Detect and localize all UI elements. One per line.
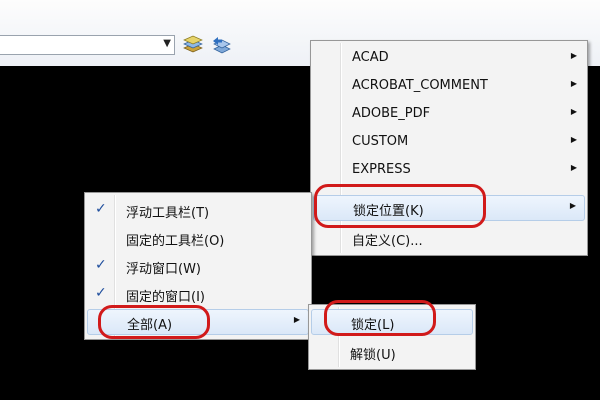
menu-item-unlock[interactable]: 解锁(U) bbox=[311, 339, 473, 365]
menu-item-label: ADOBE_PDF bbox=[352, 106, 431, 121]
submenu-arrow-icon: ▶ bbox=[569, 201, 576, 210]
menu-item-label: 锁定(L) bbox=[351, 318, 395, 333]
layer-previous-icon[interactable] bbox=[210, 34, 232, 56]
submenu-arrow-icon: ▶ bbox=[570, 135, 577, 144]
menu-item-label: ACAD bbox=[352, 50, 389, 65]
menu-item-docked-toolbars[interactable]: 固定的工具栏(O) bbox=[87, 225, 309, 251]
menu-item-label: 浮动窗口(W) bbox=[126, 262, 201, 277]
menu-item-lock-location[interactable]: 锁定位置(K) ▶ bbox=[313, 195, 585, 221]
menu-item-label: 锁定位置(K) bbox=[353, 204, 424, 219]
submenu-arrow-icon: ▶ bbox=[570, 79, 577, 88]
checkmark-icon: ✓ bbox=[95, 285, 107, 301]
menu-item-label: 全部(A) bbox=[127, 318, 173, 333]
menu-item-floating-windows[interactable]: ✓ 浮动窗口(W) bbox=[87, 253, 309, 279]
submenu-arrow-icon: ▶ bbox=[570, 51, 577, 60]
checkmark-icon: ✓ bbox=[95, 257, 107, 273]
menu-item-adobe-pdf[interactable]: ADOBE_PDF ▶ bbox=[313, 101, 585, 127]
menu-item-label: CUSTOM bbox=[352, 134, 409, 149]
menu-item-lock[interactable]: 锁定(L) bbox=[311, 309, 473, 335]
lock-location-submenu: ✓ 浮动工具栏(T) 固定的工具栏(O) ✓ 浮动窗口(W) ✓ 固定的窗口(I… bbox=[84, 192, 312, 340]
layer-states-icon[interactable] bbox=[182, 34, 204, 56]
menu-item-all[interactable]: 全部(A) ▶ bbox=[87, 309, 309, 335]
menu-item-acrobat-comment[interactable]: ACROBAT_COMMENT ▶ bbox=[313, 73, 585, 99]
submenu-arrow-icon: ▶ bbox=[570, 163, 577, 172]
all-submenu: 锁定(L) 解锁(U) bbox=[308, 304, 476, 370]
chevron-down-icon[interactable]: ▼ bbox=[163, 38, 171, 49]
menu-item-label: 固定的窗口(I) bbox=[126, 290, 205, 305]
menu-item-label: 自定义(C)... bbox=[352, 234, 423, 249]
menu-item-label: EXPRESS bbox=[352, 162, 411, 177]
menu-item-label: 浮动工具栏(T) bbox=[126, 206, 210, 221]
menu-item-label: ACROBAT_COMMENT bbox=[352, 78, 488, 93]
layer-dropdown[interactable]: ▼ bbox=[0, 35, 175, 55]
submenu-arrow-icon: ▶ bbox=[570, 107, 577, 116]
menu-item-floating-toolbars[interactable]: ✓ 浮动工具栏(T) bbox=[87, 197, 309, 223]
submenu-arrow-icon: ▶ bbox=[293, 315, 300, 324]
menu-item-docked-windows[interactable]: ✓ 固定的窗口(I) bbox=[87, 281, 309, 307]
menu-item-acad[interactable]: ACAD ▶ bbox=[313, 45, 585, 71]
menu-item-express[interactable]: EXPRESS ▶ bbox=[313, 157, 585, 183]
menu-item-customize[interactable]: 自定义(C)... bbox=[313, 225, 585, 251]
toolbar-context-menu: ACAD ▶ ACROBAT_COMMENT ▶ ADOBE_PDF ▶ CUS… bbox=[310, 40, 588, 256]
menu-item-label: 解锁(U) bbox=[350, 348, 396, 363]
menu-item-label: 固定的工具栏(O) bbox=[126, 234, 225, 249]
menu-item-custom[interactable]: CUSTOM ▶ bbox=[313, 129, 585, 155]
checkmark-icon: ✓ bbox=[95, 201, 107, 217]
